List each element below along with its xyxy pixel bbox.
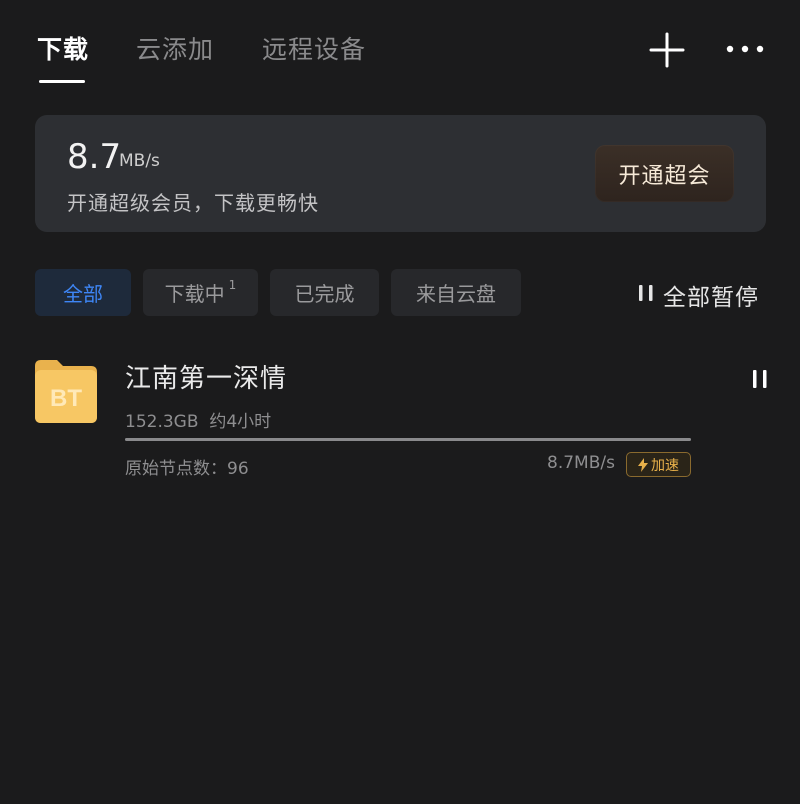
item-pause-button[interactable] <box>745 364 775 394</box>
lightning-icon <box>638 457 648 472</box>
bt-folder-icon: BT <box>35 360 97 423</box>
pause-all-button[interactable]: 全部暂停 <box>637 278 759 312</box>
pause-all-label: 全部暂停 <box>663 285 759 311</box>
top-bar: 下载 云添加 远程设备 <box>0 0 800 100</box>
filter-from-cloud[interactable]: 来自云盘 <box>391 269 521 316</box>
filter-cloud-label: 来自云盘 <box>416 282 496 306</box>
svg-text:BT: BT <box>50 385 82 412</box>
tab-download[interactable]: 下载 <box>37 30 89 66</box>
current-speed-unit: MB/s <box>119 151 160 171</box>
more-icon[interactable] <box>724 38 766 60</box>
download-title: 江南第一深情 <box>125 364 288 394</box>
download-meta: 152.3GB 约4小时 <box>125 407 271 432</box>
tab-active-indicator <box>39 80 85 83</box>
accelerate-label: 加速 <box>651 457 679 474</box>
tab-cloud-add[interactable]: 云添加 <box>136 30 214 66</box>
download-size: 152.3GB <box>125 412 199 432</box>
pause-icon <box>637 283 655 307</box>
source-node-count: 原始节点数：96 <box>125 459 249 479</box>
plus-icon[interactable] <box>648 31 686 69</box>
tab-remote-devices[interactable]: 远程设备 <box>262 30 366 66</box>
filter-downloading-label: 下载中 <box>164 282 225 306</box>
download-progress-fill <box>125 438 691 441</box>
open-vip-button[interactable]: 开通超会 <box>595 145 734 202</box>
filter-all[interactable]: 全部 <box>35 269 131 316</box>
filter-downloading[interactable]: 下载中 1 <box>143 269 258 316</box>
current-speed-value: 8.7 <box>67 137 122 177</box>
filter-completed-label: 已完成 <box>294 282 355 306</box>
download-speed: 8.7MB/s <box>547 453 615 473</box>
vip-promo-text: 开通超级会员，下载更畅快 <box>67 191 319 215</box>
download-eta: 约4小时 <box>209 412 272 432</box>
download-list-item[interactable]: BT 江南第一深情 152.3GB 约4小时 原始节点数：96 8.7MB/s … <box>0 340 800 490</box>
filter-completed[interactable]: 已完成 <box>270 269 379 316</box>
download-progress-bar <box>125 438 691 441</box>
pause-icon <box>753 370 767 388</box>
filter-all-label: 全部 <box>63 282 103 306</box>
accelerate-button[interactable]: 加速 <box>626 452 691 477</box>
downloading-count-badge: 1 <box>228 277 237 292</box>
speed-card: 8.7 MB/s 开通超级会员，下载更畅快 开通超会 <box>35 115 766 232</box>
